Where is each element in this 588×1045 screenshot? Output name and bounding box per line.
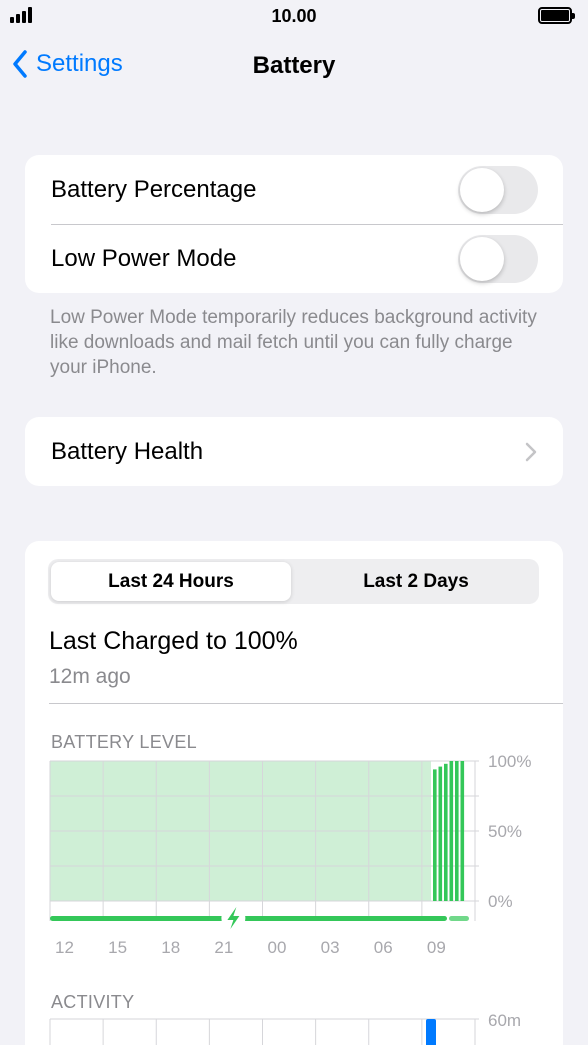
segment-last-2-days[interactable]: Last 2 Days [296, 562, 536, 601]
battery-level-caption: BATTERY LEVEL [51, 732, 197, 752]
y-tick-label: 50% [488, 822, 522, 841]
battery-icon [538, 7, 575, 24]
navigation-bar: Settings Battery [0, 44, 588, 88]
x-tick-label: 03 [321, 938, 340, 957]
status-bar: 10.00 [0, 0, 588, 34]
charging-baseline-end [449, 916, 469, 921]
battery-percentage-label: Battery Percentage [51, 175, 257, 203]
status-time: 10.00 [271, 6, 317, 26]
last-charged-title: Last Charged to 100% [49, 627, 298, 655]
battery-level-bar [455, 761, 459, 901]
toggles-group: Battery Percentage Low Power Mode [25, 155, 563, 293]
battery-level-bar [438, 766, 443, 901]
x-tick-label: 15 [108, 938, 127, 957]
x-tick-label: 18 [161, 938, 180, 957]
battery-level-bar [460, 761, 465, 901]
low-power-mode-label: Low Power Mode [51, 244, 237, 272]
time-range-segmented-control: Last 24 Hours Last 2 Days [48, 559, 539, 604]
x-tick-label: 09 [427, 938, 446, 957]
y-tick-label: 60m [488, 1011, 521, 1030]
x-tick-label: 21 [214, 938, 233, 957]
battery-level-bar [433, 769, 437, 901]
last-charged-time: 12m ago [49, 665, 131, 688]
activity-bar [426, 1019, 436, 1045]
battery-health-label: Battery Health [51, 437, 204, 465]
y-tick-label: 0% [488, 892, 513, 911]
x-tick-label: 00 [268, 938, 287, 957]
low-power-footnote: Low Power Mode temporarily reduces backg… [50, 307, 537, 378]
battery-percentage-row: Battery Percentage [25, 155, 563, 224]
segment-last-24-hours[interactable]: Last 24 Hours [51, 562, 291, 601]
battery-health-row[interactable]: Battery Health [25, 417, 563, 486]
low-power-mode-row: Low Power Mode [25, 224, 563, 293]
x-tick-label: 06 [374, 938, 393, 957]
battery-level-chart: 100% 50% 0% 12 15 18 21 00 03 06 09 [49, 753, 531, 957]
x-tick-label: 12 [55, 938, 74, 957]
low-power-mode-toggle[interactable] [458, 235, 538, 283]
battery-level-bar [449, 761, 454, 901]
page-title: Battery [252, 52, 336, 79]
activity-chart: 60m [49, 1011, 521, 1045]
battery-level-bar [444, 763, 448, 901]
battery-percentage-toggle[interactable] [458, 166, 538, 214]
battery-usage-card: Last 24 Hours Last 2 Days Last Charged t… [25, 541, 563, 1045]
activity-caption: ACTIVITY [51, 992, 135, 1012]
battery-health-group: Battery Health [25, 417, 563, 486]
divider [49, 703, 563, 704]
charging-baseline [50, 916, 447, 921]
chevron-right-icon [525, 442, 537, 462]
y-tick-label: 100% [488, 753, 531, 771]
